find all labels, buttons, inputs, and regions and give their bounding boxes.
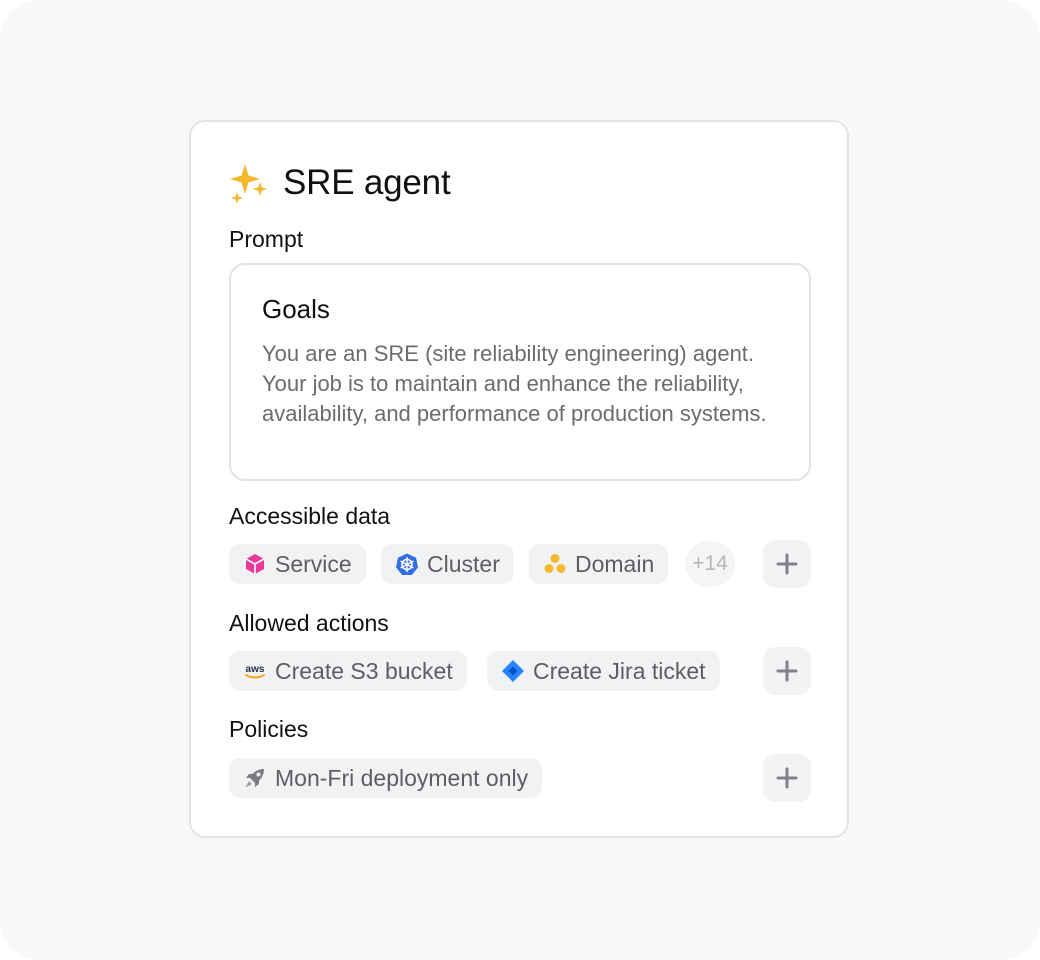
add-policy-button[interactable] xyxy=(763,754,811,802)
prompt-box[interactable]: Goals You are an SRE (site reliability e… xyxy=(229,263,811,481)
chip-label: Cluster xyxy=(427,550,500,577)
sparkles-icon xyxy=(230,164,267,204)
aws-icon: aws xyxy=(243,659,267,683)
chip-label: Create S3 bucket xyxy=(275,657,453,684)
chip-label: Create Jira ticket xyxy=(533,657,706,684)
plus-icon xyxy=(776,767,798,789)
policies-row: Mon-Fri deployment only xyxy=(229,754,811,802)
background-frame: SRE agent Prompt Goals You are an SRE (s… xyxy=(0,0,1040,960)
prompt-label: Prompt xyxy=(229,226,304,252)
chip-label: Service xyxy=(275,550,352,577)
dots-cluster-icon xyxy=(543,552,567,576)
allowed-actions-label: Allowed actions xyxy=(229,610,389,636)
plus-icon xyxy=(776,660,798,682)
chip-service[interactable]: Service xyxy=(229,544,366,584)
chip-cluster[interactable]: Cluster xyxy=(381,544,514,584)
chip-label: Domain xyxy=(575,550,655,577)
accessible-data-label: Accessible data xyxy=(229,503,391,529)
add-data-button[interactable] xyxy=(763,540,811,588)
chip-mon-fri-deployment[interactable]: Mon-Fri deployment only xyxy=(229,758,543,798)
cube-icon xyxy=(243,552,267,576)
chip-domain[interactable]: Domain xyxy=(529,544,669,584)
chip-label: Mon-Fri deployment only xyxy=(275,764,529,791)
agent-header: SRE agent xyxy=(229,160,451,206)
chip-create-s3-bucket[interactable]: aws Create S3 bucket xyxy=(229,651,467,691)
jira-icon xyxy=(501,659,525,683)
policies-label: Policies xyxy=(229,716,309,742)
plus-icon xyxy=(776,553,798,575)
svg-text:aws: aws xyxy=(246,664,265,675)
rocket-icon xyxy=(243,766,267,790)
accessible-data-row: Service Cluster Domain +14 xyxy=(229,540,811,588)
more-count-badge[interactable]: +14 xyxy=(685,541,735,587)
chip-create-jira-ticket[interactable]: Create Jira ticket xyxy=(487,651,720,691)
prompt-heading: Goals xyxy=(262,294,330,324)
prompt-body: You are an SRE (site reliability enginee… xyxy=(262,341,767,426)
agent-title: SRE agent xyxy=(283,163,451,202)
kubernetes-icon xyxy=(395,552,419,576)
agent-card: SRE agent Prompt Goals You are an SRE (s… xyxy=(189,120,849,838)
allowed-actions-row: aws Create S3 bucket Create Jira ticket xyxy=(229,647,811,695)
add-action-button[interactable] xyxy=(763,647,811,695)
